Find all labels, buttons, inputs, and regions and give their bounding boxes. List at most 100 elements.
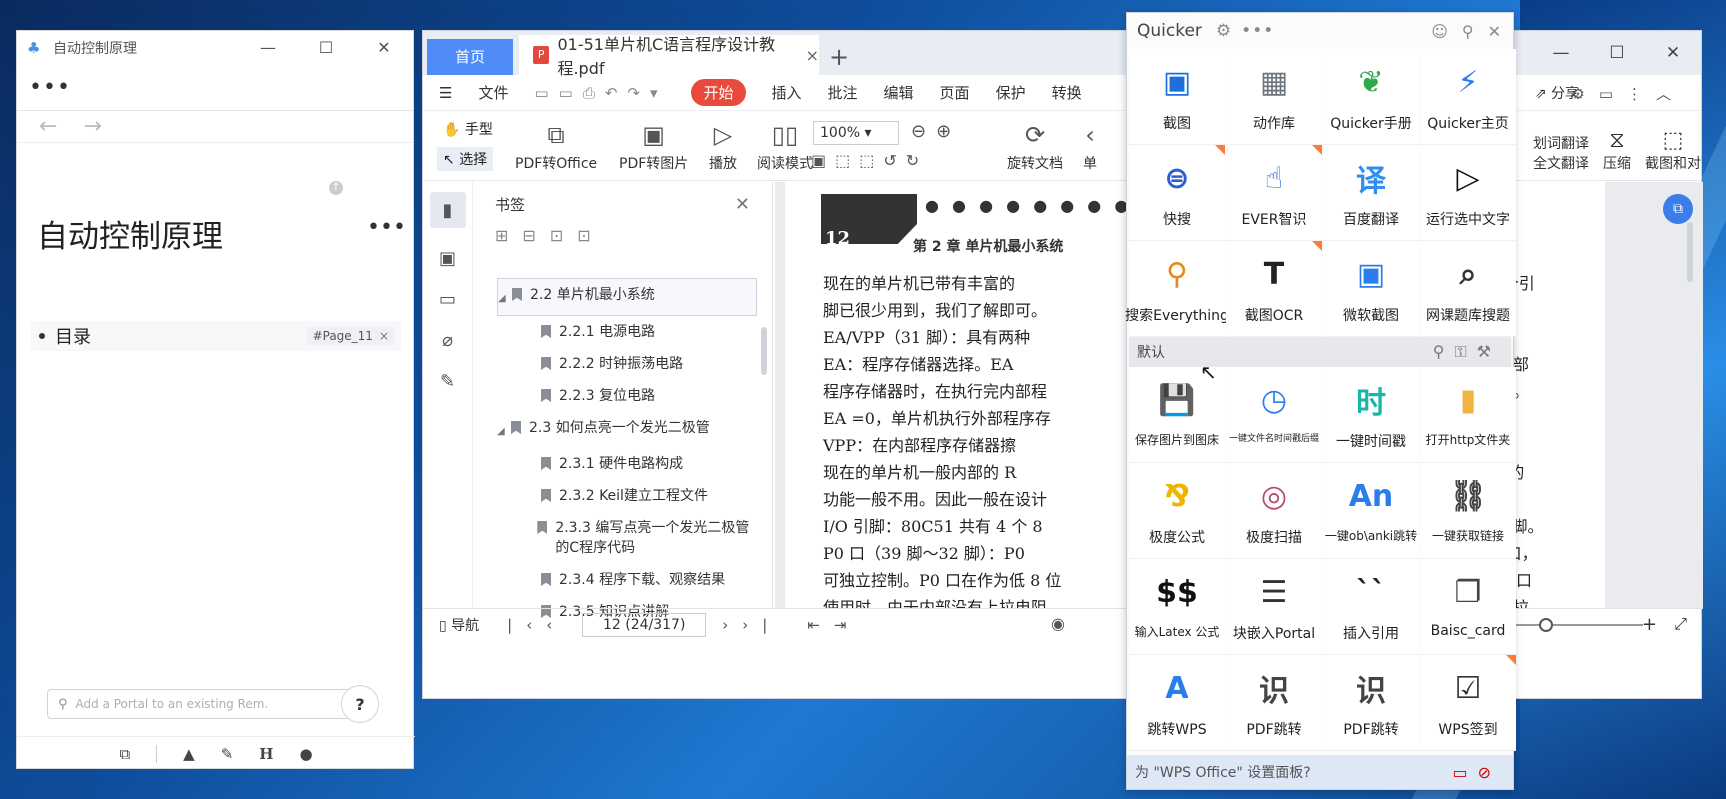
quicker-action[interactable]: ☰ 块嵌入Portal [1226, 559, 1322, 655]
bookmark-item[interactable]: ◢ 2.3 如何点亮一个发光二极管 [497, 412, 757, 448]
page-number-input[interactable]: 12 (24/317) [582, 612, 707, 637]
menu-convert[interactable]: 转换 [1052, 82, 1082, 103]
brush-icon[interactable]: ✎ [221, 745, 234, 763]
portal-search-input[interactable]: ⚲ Add a Portal to an existing Rem. [47, 689, 353, 719]
forward-arrow-icon[interactable]: → [83, 114, 101, 139]
pdf-to-office-button[interactable]: ⧉ PDF转Office [515, 111, 597, 181]
quicker-action[interactable]: ⚲ 搜索Everything [1125, 241, 1229, 337]
quicker-action[interactable]: ▣ 微软截图 [1323, 241, 1419, 337]
help-button[interactable]: ? [341, 685, 379, 723]
quicker-action[interactable]: ☝ EVER智识 [1226, 145, 1322, 241]
bullet-icon[interactable] [39, 333, 45, 339]
bookmark-item[interactable]: 2.2.2 时钟振荡电路 [497, 348, 757, 380]
fullscreen-icon[interactable]: ⤢ [1674, 614, 1687, 634]
quicker-action[interactable]: ⛓ 一键获取链接 [1420, 463, 1516, 559]
new-tab-button[interactable]: + [819, 39, 859, 75]
quicker-action[interactable]: 时一键时间戳 [1323, 367, 1419, 463]
quicker-action[interactable]: ⊜ 快搜 [1129, 145, 1225, 241]
warning-icon[interactable]: ▲ [183, 745, 195, 763]
section-tools[interactable]: ⚲⚿⚒ [1433, 342, 1501, 362]
circle-icon[interactable]: ● [299, 745, 312, 763]
eye-icon[interactable]: ◉ [1051, 614, 1065, 633]
menu-right-icons[interactable]: ⚙▭⋮︿ [1571, 83, 1685, 104]
maximize-button[interactable]: ☐ [297, 31, 355, 65]
bookmark-item[interactable]: 2.2.1 电源电路 [497, 316, 757, 348]
quicker-action[interactable]: 译百度翻译 [1323, 145, 1419, 241]
back-arrow-icon[interactable]: ← [39, 114, 57, 139]
page-nav-next[interactable]: ››| [722, 616, 781, 634]
zoom-slider[interactable] [1513, 624, 1643, 626]
scrollbar[interactable] [1687, 222, 1693, 282]
quicker-action[interactable]: ⅋ 极度公式 [1129, 463, 1225, 559]
gear-icon[interactable]: ⚙ [1216, 21, 1231, 41]
quicker-action[interactable]: ❐ Baisc_card [1420, 559, 1516, 655]
quicker-action[interactable]: ⌕ 网课题库搜题 [1420, 241, 1516, 337]
quicker-action[interactable]: `` 插入引用 [1323, 559, 1419, 655]
hamburger-icon[interactable]: ☰ [439, 84, 452, 102]
menu-insert[interactable]: 插入 [772, 82, 802, 103]
bookmark-item[interactable]: 2.3.3 编写点亮一个发光二极管的C程序代码 [497, 512, 757, 564]
quicker-action[interactable]: An 一键ob\anki跳转 [1323, 463, 1419, 559]
quicker-action[interactable]: $$ 输入Latex 公式 [1129, 559, 1225, 655]
remnote-menu-button[interactable]: ••• [17, 65, 413, 111]
page-prev-button[interactable]: ‹ 单 [1083, 111, 1097, 181]
quicker-action[interactable]: T 截图OCR [1226, 241, 1322, 337]
page-title[interactable]: 自动控制原理 [37, 211, 223, 256]
menu-comment[interactable]: 批注 [828, 82, 858, 103]
menu-start[interactable]: 开始 [691, 79, 746, 106]
tab-document[interactable]: P 01-51单片机C语言程序设计教程.pdf × [519, 35, 819, 78]
bookmark-item[interactable]: 2.3.1 硬件电路构成 [497, 448, 757, 480]
select-tool[interactable]: ↖ 选择 [437, 147, 494, 171]
bookmark-item[interactable]: 2.3.2 Keil建立工程文件 [497, 480, 757, 512]
pin-icon[interactable]: ⚲ [1462, 22, 1474, 41]
view-buttons[interactable]: ▣⬚⬚↺↻ [811, 151, 928, 170]
hand-tool[interactable]: ✋ 手型 [443, 119, 493, 139]
tab-close-icon[interactable]: × [806, 46, 819, 65]
compress-button[interactable]: ⧖ 压缩 [1603, 128, 1631, 173]
quicker-action[interactable]: ▣ 截图 [1129, 49, 1225, 145]
rotate-doc-button[interactable]: ⟳ 旋转文档 [1007, 111, 1063, 181]
quicker-action[interactable]: ◎ 极度扫描 [1226, 463, 1322, 559]
zoom-select[interactable]: 100% ▾ [813, 121, 899, 145]
page-tag[interactable]: #Page_11 × [306, 327, 395, 345]
flashcard-icon[interactable]: ⧉ [119, 745, 130, 763]
navigation-toggle[interactable]: ▯ 导航 [439, 615, 479, 635]
comment-icon[interactable]: ▭ [439, 289, 456, 310]
tab-home[interactable]: 首页 [427, 39, 513, 75]
zoom-slider-handle[interactable] [1539, 618, 1553, 632]
pdf-to-image-button[interactable]: ▣ PDF转图片 [619, 111, 688, 181]
collapse-arrow-icon[interactable]: ◢ [498, 289, 512, 309]
menu-protect[interactable]: 保护 [996, 82, 1026, 103]
quicker-action[interactable]: 识 PDF跳转 [1323, 655, 1419, 751]
quicker-action[interactable]: ▦ 动作库 [1226, 49, 1322, 145]
close-button[interactable]: ✕ [355, 31, 413, 65]
close-button[interactable]: ✕ [1645, 43, 1701, 63]
menu-page[interactable]: 页面 [940, 82, 970, 103]
footer-icons[interactable]: ▭⊘ [1452, 763, 1501, 782]
translate-button[interactable]: 划词翻译 全文翻译 [1533, 133, 1589, 173]
user-icon[interactable]: ☺ [1431, 22, 1448, 41]
quicker-action[interactable]: ▷ 运行选中文字 [1420, 145, 1516, 241]
quicker-action[interactable]: A 跳转WPS [1129, 655, 1225, 751]
doc-more-button[interactable]: ••• [367, 215, 406, 240]
menu-file[interactable]: 文件 [478, 82, 508, 103]
quick-access-icons[interactable]: ▭▭⎙↶↷▾ [534, 84, 667, 102]
list-item[interactable]: 目录 #Page_11 × [31, 321, 401, 351]
scrollbar[interactable] [761, 327, 767, 375]
close-icon[interactable]: ✕ [735, 194, 750, 215]
float-action-button[interactable]: ⧉ [1663, 194, 1693, 224]
page-nav-prev[interactable]: |‹‹ [507, 616, 566, 634]
page-nav-history[interactable]: ⇤⇥ [807, 616, 860, 634]
bookmark-item[interactable]: ◢ 2.2 单片机最小系统 [497, 278, 757, 316]
minimize-button[interactable]: — [239, 31, 297, 65]
read-mode-button[interactable]: ▯▯ 阅读模式 [757, 111, 813, 181]
play-button[interactable]: ▷ 播放 [709, 111, 737, 181]
sign-icon[interactable]: ✎ [440, 371, 455, 392]
attachment-icon[interactable]: ⌀ [442, 330, 453, 351]
collapse-arrow-icon[interactable]: ◢ [497, 422, 511, 442]
quicker-action[interactable]: ◷ 一键文件名时间戳后缀 [1226, 367, 1322, 463]
quicker-action[interactable]: ☑ WPS签到 [1420, 655, 1516, 751]
menu-edit[interactable]: 编辑 [884, 82, 914, 103]
quicker-action[interactable]: ⚡ Quicker主页 [1420, 49, 1516, 145]
bookmark-item[interactable]: 2.2.3 复位电路 [497, 380, 757, 412]
